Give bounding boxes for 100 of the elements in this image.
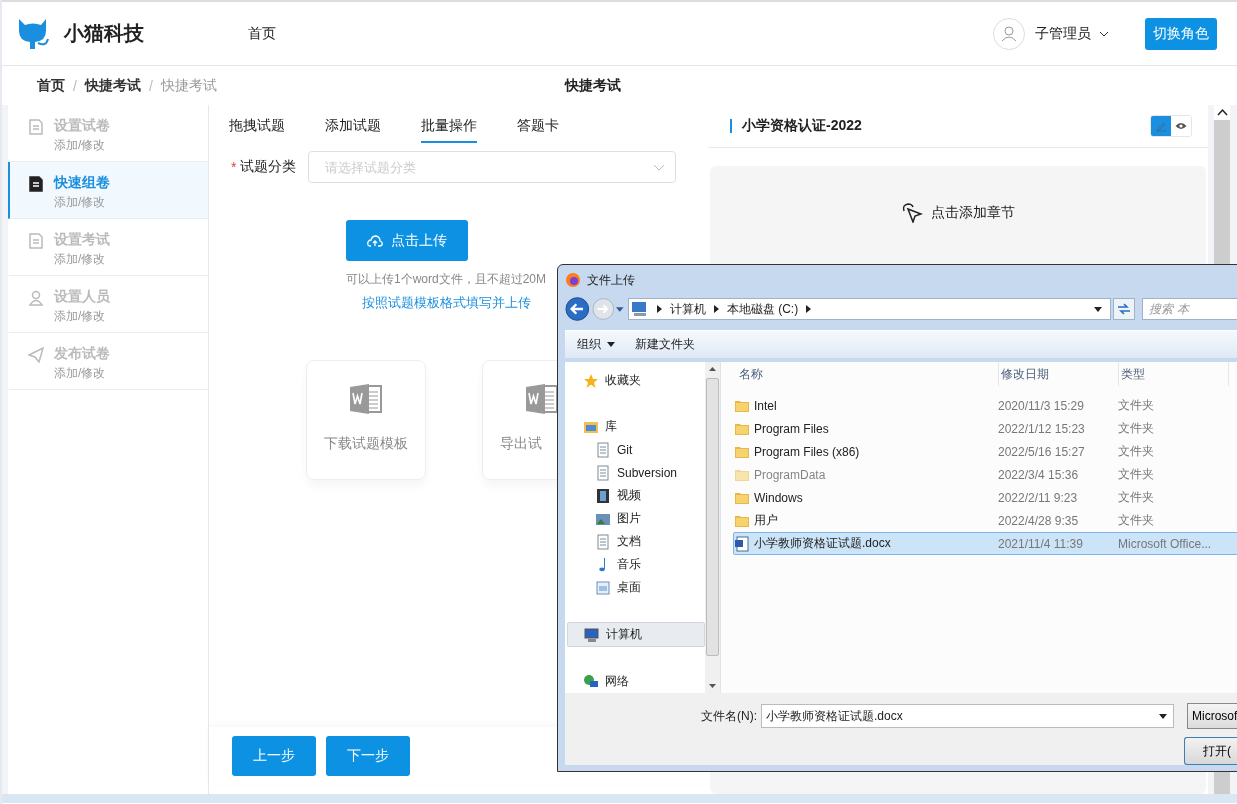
nav-tree-item[interactable]: 计算机 — [567, 622, 705, 647]
column-header[interactable]: 名称 — [737, 362, 999, 386]
file-row[interactable]: ProgramData 2022/3/4 15:36 文件夹 — [733, 463, 1237, 486]
eye-icon — [1175, 122, 1187, 130]
open-button[interactable]: 打开( — [1184, 737, 1237, 765]
word-document-icon — [734, 535, 750, 552]
step-subtitle: 添加/修改 — [54, 194, 107, 211]
nav-tree-item[interactable]: 视频 — [565, 484, 705, 507]
file-row[interactable]: Program Files (x86) 2022/5/16 15:27 文件夹 — [733, 440, 1237, 463]
file-row[interactable]: 用户 2022/4/28 9:35 文件夹 — [733, 509, 1237, 532]
scroll-up-icon[interactable] — [709, 367, 716, 371]
chevron-down-icon — [653, 163, 666, 171]
chevron-right-icon[interactable] — [806, 305, 812, 314]
nav-tree-label: 收藏夹 — [605, 372, 641, 389]
nav-tree-item[interactable]: 图片 — [565, 507, 705, 530]
dialog-title: 文件上传 — [587, 271, 635, 289]
dropdown-arrow-icon[interactable] — [616, 306, 624, 312]
nav-tree-label: Git — [617, 442, 633, 457]
step-title: 设置考试 — [54, 231, 110, 249]
nav-tree-item[interactable]: 桌面 — [565, 576, 705, 599]
file-type: 文件夹 — [1118, 443, 1155, 460]
column-header[interactable]: 类型 — [1119, 362, 1229, 386]
document-icon — [28, 176, 44, 192]
toolbar-button[interactable]: 新建文件夹 — [635, 335, 695, 353]
step-subtitle: 添加/修改 — [54, 251, 107, 268]
cursor-click-icon — [901, 203, 923, 223]
file-row[interactable]: Windows 2022/2/11 9:23 文件夹 — [733, 486, 1237, 509]
file-name: Program Files (x86) — [754, 444, 860, 459]
toolbar-button[interactable]: 组织 — [577, 335, 615, 353]
nav-tree-item[interactable]: 文档 — [565, 530, 705, 553]
tab[interactable]: 拖拽试题 — [229, 117, 285, 143]
browser-icon — [565, 272, 581, 289]
address-bar[interactable]: 计算机 本地磁盘 (C:) — [627, 298, 1111, 321]
document-icon — [595, 464, 611, 481]
file-row[interactable]: Intel 2020/11/3 15:29 文件夹 — [733, 394, 1237, 417]
back-icon[interactable] — [565, 296, 590, 323]
scrollbar-thumb[interactable] — [706, 378, 719, 656]
nav-tree-label: 桌面 — [617, 579, 641, 596]
nav-tree-label: 音乐 — [617, 556, 641, 573]
file-date: 2022/2/11 9:23 — [997, 490, 1079, 505]
template-link[interactable]: 按照试题模板格式填写并上传 — [361, 294, 531, 312]
pencil-icon — [1155, 120, 1167, 132]
column-header[interactable]: 修改日期 — [999, 362, 1119, 386]
scroll-down-icon[interactable] — [709, 684, 716, 688]
paper-plane-icon — [28, 347, 44, 363]
nav-tree-label: 文档 — [617, 533, 641, 550]
user-menu[interactable]: 子管理员 — [1035, 24, 1109, 43]
file-row[interactable]: Program Files 2022/1/12 15:23 文件夹 — [733, 417, 1237, 440]
breadcrumb-link[interactable]: 快捷考试 — [84, 76, 141, 95]
path-segment[interactable]: 计算机 — [669, 300, 706, 318]
nav-tree-item[interactable]: 网络 — [565, 670, 705, 693]
nav-tree-label: Subversion — [617, 465, 678, 480]
field-label: 试题分类 — [240, 158, 298, 176]
computer-icon — [630, 301, 649, 318]
breadcrumb-separator: / — [148, 77, 153, 94]
brand-name: 小猫科技 — [64, 21, 145, 46]
action-card[interactable]: 下载试题模板 — [306, 360, 426, 480]
nav-tree-item[interactable]: 音乐 — [565, 553, 705, 576]
person-icon — [28, 290, 44, 306]
chevron-right-icon[interactable] — [713, 305, 719, 314]
nav-link[interactable]: 首页 — [248, 24, 276, 43]
tab[interactable]: 添加试题 — [325, 117, 381, 143]
film-icon — [595, 487, 611, 504]
file-date: 2022/5/16 15:27 — [997, 444, 1086, 459]
tab[interactable]: 批量操作 — [421, 117, 477, 143]
add-chapter-button[interactable]: 点击添加章节 — [895, 202, 1021, 224]
desktop-icon — [595, 579, 611, 596]
path-segment[interactable]: 本地磁盘 (C:) — [726, 300, 799, 318]
upload-hint: 可以上传1个word文件，且不超过20M — [346, 271, 547, 288]
card-label: 下载试题模板 — [324, 435, 408, 453]
chevron-right-icon[interactable] — [656, 305, 662, 314]
file-type: 文件夹 — [1118, 397, 1155, 414]
word-document-icon — [525, 383, 559, 415]
file-type: 文件夹 — [1118, 489, 1155, 506]
file-row[interactable]: 小学教师资格证试题.docx 2021/11/4 11:39 Microsoft Office... — [733, 532, 1237, 555]
step-title: 快速组卷 — [54, 174, 110, 192]
tab[interactable]: 答题卡 — [517, 117, 559, 143]
file-date: 2022/4/28 9:35 — [997, 513, 1080, 528]
document-icon — [595, 533, 611, 550]
file-date: 2022/1/12 15:23 — [997, 421, 1086, 436]
page-title: 快捷考试 — [564, 76, 621, 95]
step-title: 设置人员 — [54, 288, 110, 306]
nav-tree-label: 图片 — [617, 510, 641, 527]
file-type: Microsoft Office... — [1118, 536, 1213, 551]
search-field[interactable]: 搜索 本 — [1143, 299, 1237, 320]
refresh-arrows-icon — [1117, 303, 1132, 316]
file-type: 文件夹 — [1118, 420, 1155, 437]
network-icon — [583, 673, 599, 690]
file-name: 用户 — [754, 512, 778, 529]
file-type: 文件夹 — [1118, 512, 1155, 529]
step-title: 发布试卷 — [54, 345, 110, 363]
file-name: 小学教师资格证试题.docx — [754, 535, 891, 552]
file-type-select[interactable]: Microsof — [1187, 703, 1237, 729]
paper-title: 小学资格认证-2022 — [742, 117, 862, 135]
breadcrumb-link[interactable]: 首页 — [37, 76, 65, 95]
refresh-button[interactable] — [1112, 298, 1136, 321]
cloud-upload-icon — [367, 234, 383, 247]
step-title: 设置试卷 — [54, 117, 110, 135]
file-date: 2022/3/4 15:36 — [997, 467, 1080, 482]
word-document-icon — [349, 383, 383, 415]
